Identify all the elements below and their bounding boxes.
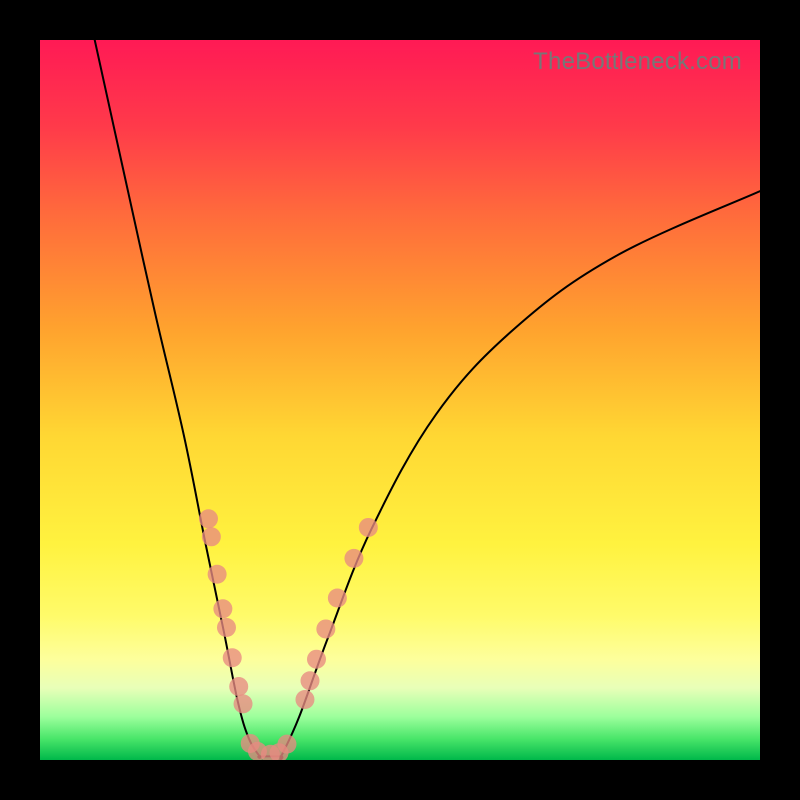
data-point — [307, 650, 326, 669]
data-point — [199, 509, 218, 528]
outer-frame: TheBottleneck.com — [0, 0, 800, 800]
data-point — [344, 549, 363, 568]
dot-group — [199, 509, 378, 760]
data-point — [234, 694, 253, 713]
plot-area: TheBottleneck.com — [40, 40, 760, 760]
data-point — [328, 589, 347, 608]
data-point — [213, 599, 232, 618]
data-point — [295, 690, 314, 709]
data-point — [202, 527, 221, 546]
chart-svg — [40, 40, 760, 760]
data-point — [208, 565, 227, 584]
curve-group — [95, 40, 760, 760]
data-point — [359, 518, 378, 537]
data-point — [217, 618, 236, 637]
data-point — [316, 619, 335, 638]
bottleneck-curve — [95, 40, 760, 760]
data-point — [229, 677, 248, 696]
data-point — [223, 648, 242, 667]
data-point — [277, 735, 296, 754]
data-point — [301, 671, 320, 690]
